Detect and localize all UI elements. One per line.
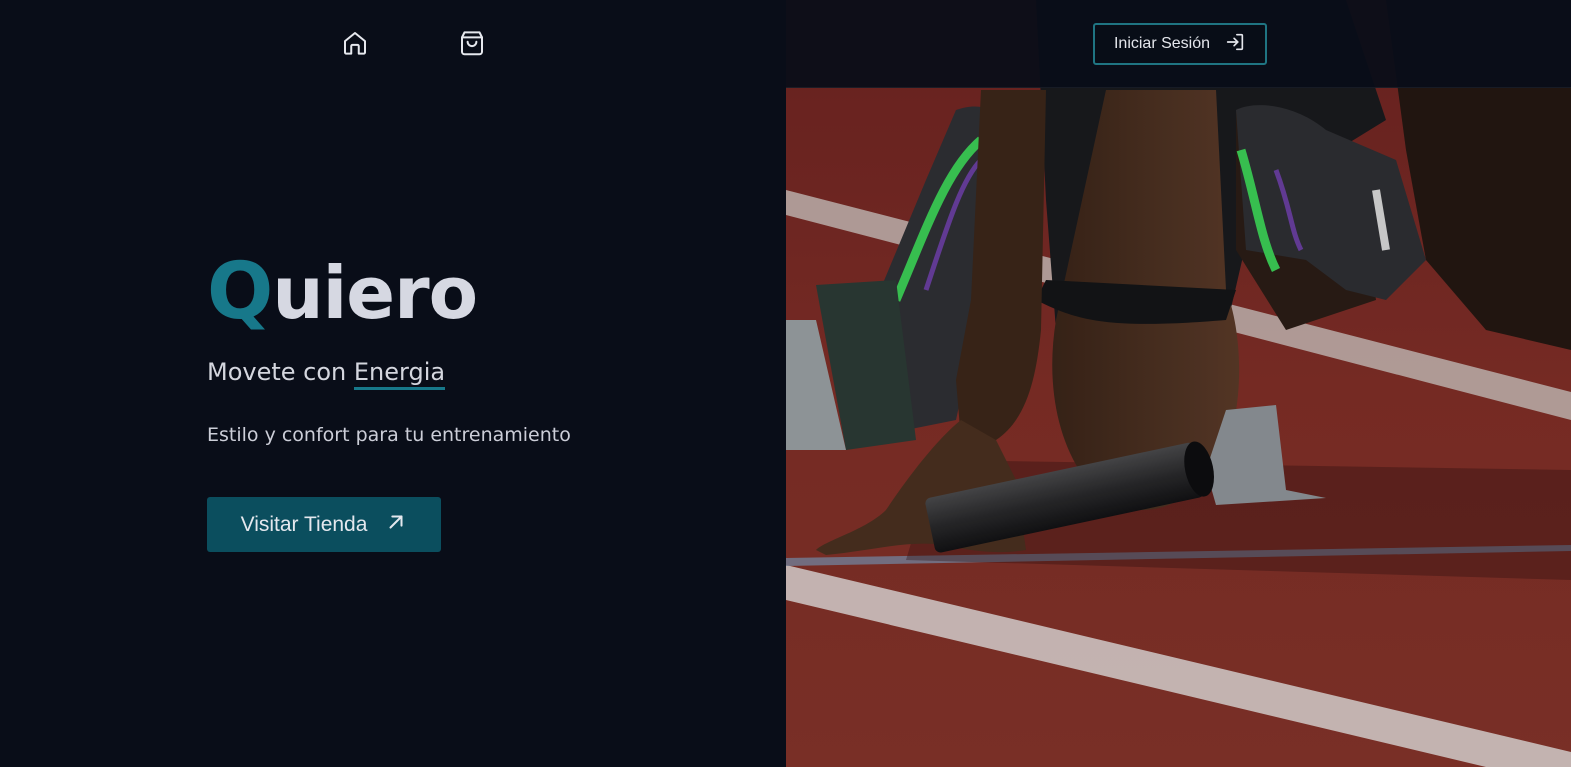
hero-tagline: Movete con Energia xyxy=(207,356,446,390)
brand-name-rest: uiero xyxy=(272,251,478,335)
landing-page: Iniciar Sesión Quiero Movete con Energia… xyxy=(0,0,1571,767)
visit-store-label: Visitar Tienda xyxy=(240,512,368,536)
brand-logo: Quiero xyxy=(207,247,478,337)
home-icon[interactable] xyxy=(339,27,371,59)
top-navigation: Iniciar Sesión xyxy=(0,0,1571,88)
tagline-prefix: Movete con xyxy=(207,358,354,386)
brand-initial: Q xyxy=(207,247,273,337)
log-in-icon xyxy=(1224,31,1246,58)
hero-subtitle: Estilo y confort para tu entrenamiento xyxy=(207,424,571,446)
visit-store-button[interactable]: Visitar Tienda xyxy=(207,497,441,552)
hero-image xyxy=(786,0,1571,767)
login-button[interactable]: Iniciar Sesión xyxy=(1093,23,1267,65)
login-button-label: Iniciar Sesión xyxy=(1113,35,1211,52)
arrow-up-right-icon xyxy=(385,511,407,539)
shopping-bag-icon[interactable] xyxy=(456,27,488,59)
tagline-accent: Energia xyxy=(353,358,446,390)
